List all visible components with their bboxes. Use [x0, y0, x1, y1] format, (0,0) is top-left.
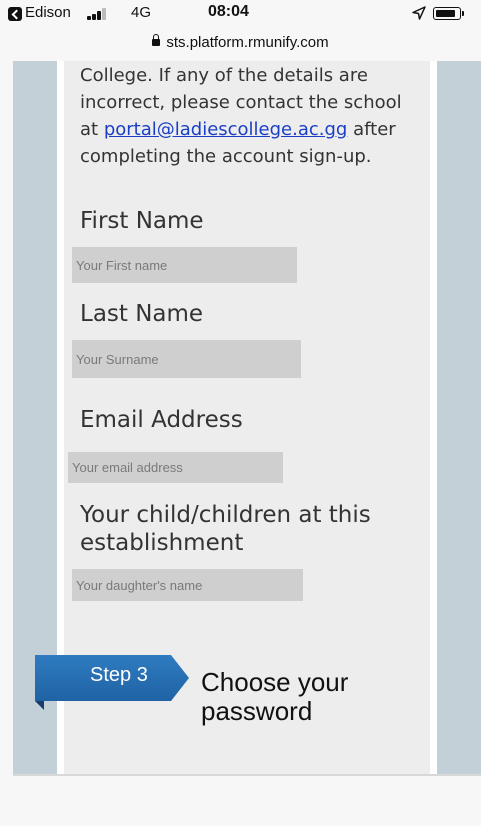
step-ribbon-fold [35, 701, 44, 710]
web-viewport: College. If any of the details are incor… [13, 61, 481, 775]
step-title: Choose your password [201, 667, 349, 726]
lock-icon [152, 34, 161, 46]
clock: 08:04 [208, 3, 249, 20]
battery-icon [433, 7, 464, 20]
back-to-app-icon[interactable] [8, 7, 22, 21]
viewport-bottom-edge [13, 774, 481, 776]
first-name-input[interactable] [72, 247, 297, 283]
intro-paragraph: College. If any of the details are incor… [80, 62, 425, 170]
location-arrow-icon [412, 6, 426, 20]
email-input[interactable] [68, 452, 283, 483]
cellular-signal-icon [87, 8, 111, 20]
last-name-label: Last Name [80, 301, 204, 327]
children-input[interactable] [72, 569, 303, 601]
email-label: Email Address [80, 407, 243, 433]
address-bar[interactable]: sts.platform.rmunify.com [0, 32, 481, 60]
back-to-app-label[interactable]: Edison [25, 4, 71, 21]
school-email-link[interactable]: portal@ladiescollege.ac.gg [104, 119, 348, 140]
url-text: sts.platform.rmunify.com [166, 34, 329, 51]
last-name-input[interactable] [72, 340, 301, 378]
children-label: Your child/children at this establishmen… [80, 502, 371, 556]
step-label: Step 3 [90, 664, 148, 686]
network-type: 4G [131, 4, 152, 21]
status-bar: Edison 4G 08:04 [0, 0, 481, 34]
first-name-label: First Name [80, 208, 204, 234]
